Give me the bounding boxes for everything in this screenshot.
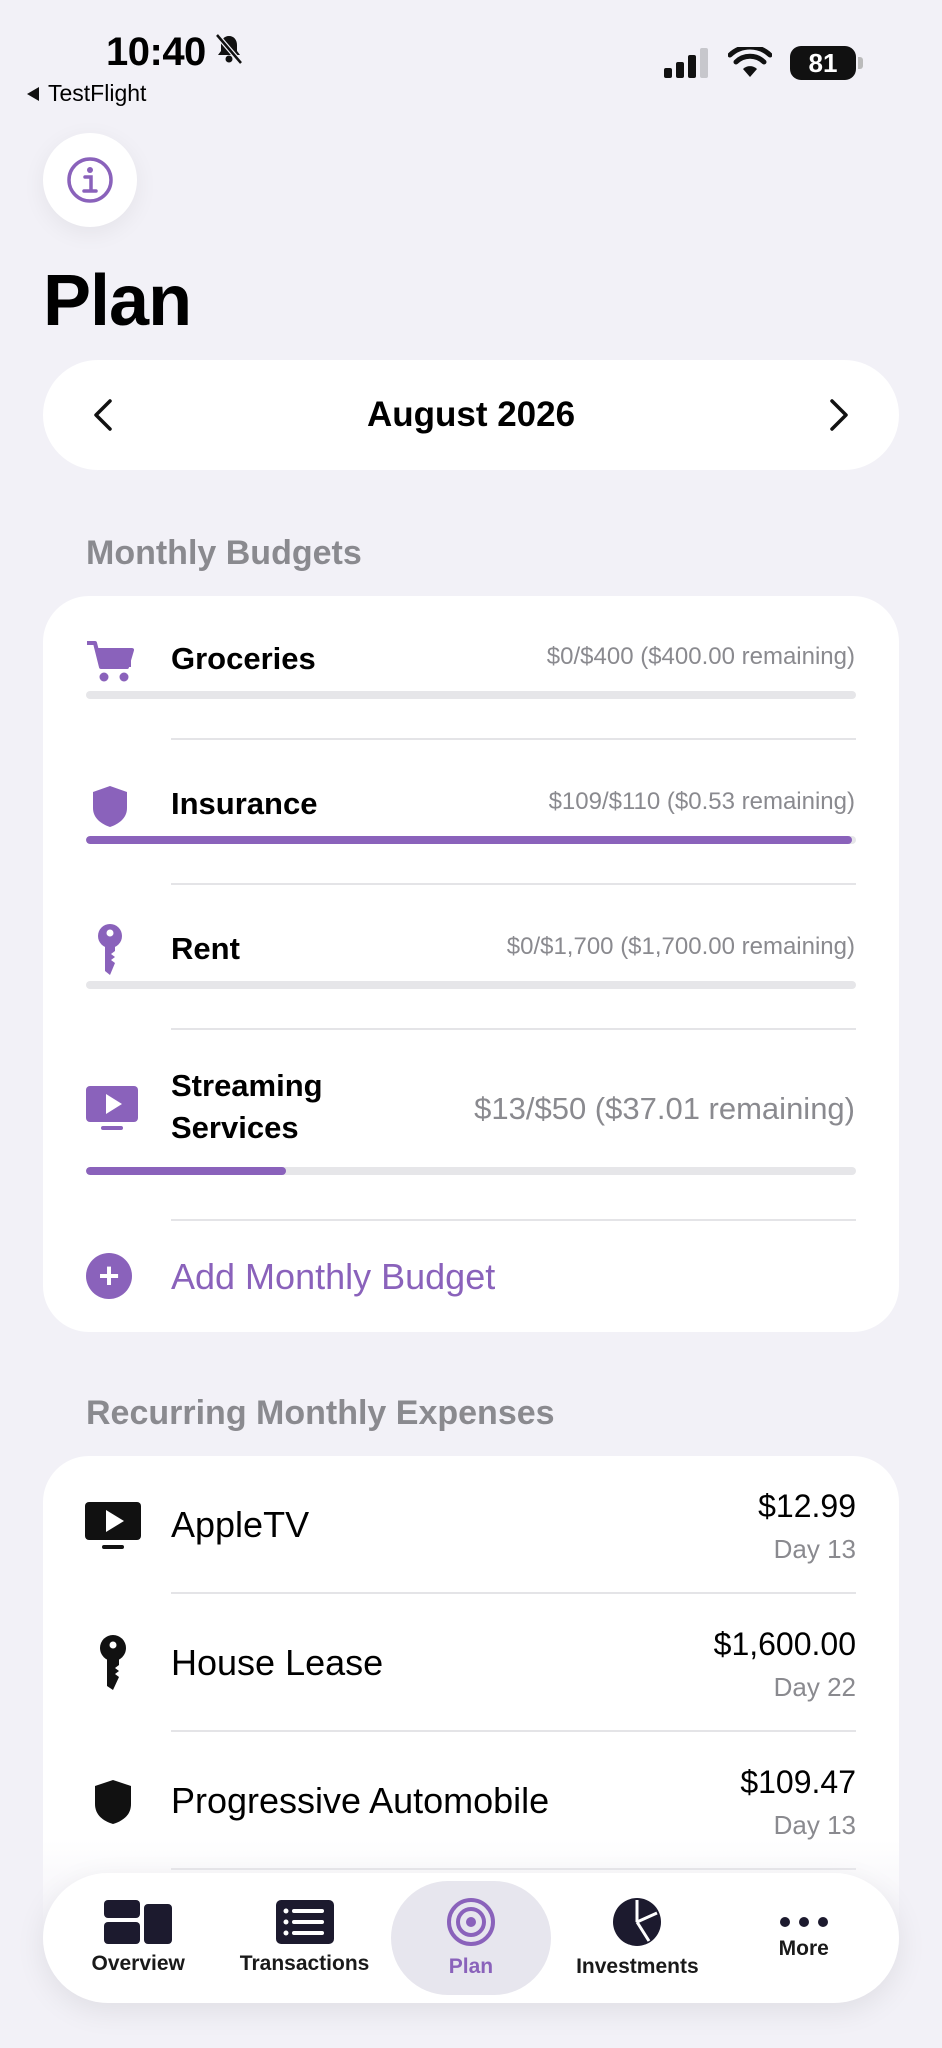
budget-progress-fill: [86, 836, 853, 844]
key-icon: [83, 1634, 143, 1694]
shield-icon: [83, 1772, 143, 1832]
cart-icon: [85, 636, 135, 686]
pie-chart-icon: [613, 1898, 662, 1946]
tab-label: More: [778, 1937, 829, 1960]
battery-level: 81: [808, 47, 838, 78]
divider: [171, 1219, 856, 1221]
key-icon: [85, 920, 135, 980]
back-app-label: TestFlight: [48, 80, 147, 106]
target-icon: [446, 1898, 495, 1946]
bell-slash-icon: [214, 30, 244, 75]
monthly-budgets-header: Monthly Budgets: [86, 534, 362, 572]
divider: [171, 738, 856, 740]
tab-overview[interactable]: Overview: [58, 1881, 218, 1995]
expense-day: Day 13: [773, 1534, 856, 1564]
month-selector: August 2026: [43, 360, 899, 470]
expense-name: House Lease: [171, 1642, 384, 1683]
signal-icon: [664, 48, 708, 78]
budget-amount: $0/$400 ($400.00 remaining): [546, 643, 855, 670]
info-button[interactable]: [43, 133, 137, 227]
budget-amount: $13/$50 ($37.01 remaining): [474, 1091, 855, 1126]
list-icon: [275, 1900, 334, 1944]
wifi-icon: [728, 47, 772, 77]
recurring-row-appletv[interactable]: AppleTV $12.99 Day 13: [43, 1456, 899, 1594]
expense-name: Progressive Automobile: [171, 1780, 550, 1821]
budget-progress-track: [86, 981, 856, 989]
expense-amount: $12.99: [758, 1488, 856, 1524]
tab-label: Transactions: [239, 1952, 370, 1975]
budget-row-insurance[interactable]: Insurance $109/$110 ($0.53 remaining): [43, 741, 899, 886]
tab-plan[interactable]: Plan: [390, 1881, 551, 1995]
battery-indicator: 81: [790, 46, 863, 80]
tab-bar: Overview Transactions Plan Investments M…: [43, 1873, 899, 2003]
budget-name: Insurance: [171, 786, 318, 821]
expense-amount: $109.47: [740, 1764, 856, 1800]
overview-icon: [104, 1900, 173, 1944]
next-month-button[interactable]: [821, 397, 857, 433]
tab-more[interactable]: More: [724, 1881, 884, 1995]
tab-investments[interactable]: Investments: [557, 1881, 717, 1995]
budget-progress-track: [86, 1167, 856, 1175]
divider: [171, 1028, 856, 1030]
add-monthly-budget-label: Add Monthly Budget: [171, 1256, 496, 1297]
previous-month-button[interactable]: [85, 397, 121, 433]
budget-name: Rent: [171, 931, 240, 966]
recurring-row-house-lease[interactable]: House Lease $1,600.00 Day 22: [43, 1594, 899, 1732]
budget-name: Groceries: [171, 641, 316, 676]
expense-amount: $1,600.00: [713, 1626, 856, 1662]
info-circle-icon: [67, 157, 113, 203]
budget-name: Streaming Services: [171, 1068, 323, 1145]
plus-circle-icon: +: [86, 1253, 132, 1299]
back-to-app[interactable]: TestFlight: [26, 80, 146, 107]
expense-day: Day 22: [773, 1672, 856, 1702]
add-monthly-budget-button[interactable]: + Add Monthly Budget: [43, 1226, 899, 1326]
budget-progress-track: [86, 691, 856, 699]
budget-progress-fill: [86, 1167, 287, 1175]
back-triangle-icon: [27, 86, 39, 101]
month-label: August 2026: [366, 395, 576, 434]
tab-label: Plan: [448, 1955, 494, 1978]
divider: [171, 883, 856, 885]
budget-progress-track: [86, 836, 856, 844]
chevron-right-icon: [830, 399, 848, 431]
status-indicators: 81: [664, 46, 863, 80]
budget-row-rent[interactable]: Rent $0/$1,700 ($1,700.00 remaining): [43, 886, 899, 1031]
expense-day: Day 13: [773, 1810, 856, 1840]
ellipsis-icon: [779, 1917, 828, 1927]
budget-amount: $0/$1,700 ($1,700.00 remaining): [506, 933, 855, 960]
tab-label: Investments: [576, 1955, 699, 1978]
status-time-text: 10:40: [106, 30, 206, 74]
expense-name: AppleTV: [171, 1504, 310, 1545]
monthly-budgets-card: Groceries $0/$400 ($400.00 remaining) In…: [43, 596, 899, 1332]
tab-transactions[interactable]: Transactions: [225, 1881, 385, 1995]
status-time: 10:40: [106, 30, 244, 75]
play-tv-icon: [83, 1496, 143, 1556]
budget-amount: $109/$110 ($0.53 remaining): [548, 788, 855, 815]
tab-label: Overview: [91, 1952, 185, 1975]
page-title: Plan: [43, 261, 192, 341]
recurring-expenses-header: Recurring Monthly Expenses: [86, 1394, 555, 1432]
play-tv-icon: [85, 1083, 139, 1133]
budget-row-streaming-services[interactable]: Streaming Services $13/$50 ($37.01 remai…: [43, 1031, 899, 1221]
shield-icon: [85, 781, 135, 831]
budget-row-groceries[interactable]: Groceries $0/$400 ($400.00 remaining): [43, 596, 899, 741]
chevron-left-icon: [94, 399, 112, 431]
